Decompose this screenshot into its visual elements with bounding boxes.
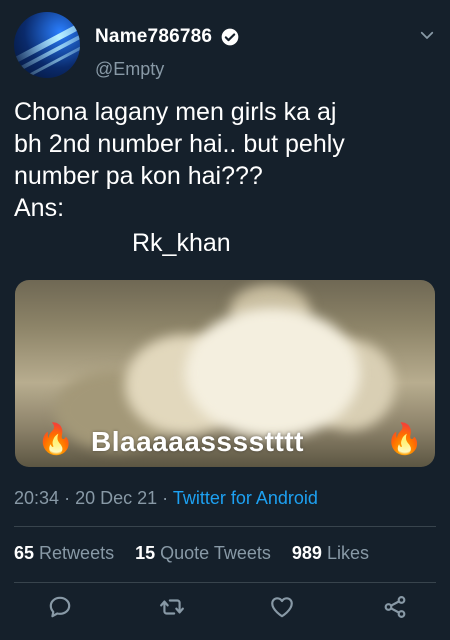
reply-icon[interactable] xyxy=(47,594,73,620)
tweet-actions xyxy=(0,594,450,626)
quote-tweets-label: Quote Tweets xyxy=(160,543,271,563)
tweet-source-link[interactable]: Twitter for Android xyxy=(173,488,318,508)
verified-badge-icon xyxy=(221,28,239,46)
heart-icon[interactable] xyxy=(269,594,295,620)
share-icon[interactable] xyxy=(382,594,408,620)
fire-emoji: 🔥 xyxy=(37,423,75,456)
retweets-stat[interactable]: 65 Retweets xyxy=(14,543,119,563)
retweet-icon[interactable] xyxy=(159,594,185,620)
tweet-date: 20 Dec 21 xyxy=(75,488,158,508)
retweets-label: Retweets xyxy=(39,543,115,563)
meta-separator: · xyxy=(162,488,169,508)
tweet-text: Chona lagany men girls ka aj bh 2nd numb… xyxy=(14,98,345,222)
tweet-meta: 20:34 · 20 Dec 21 · Twitter for Android xyxy=(14,488,318,509)
likes-count: 989 xyxy=(291,543,322,563)
media-caption: Blaaaaasssstttt xyxy=(91,426,304,457)
tweet-answer: Rk_khan xyxy=(132,229,231,257)
quote-tweets-stat[interactable]: 15 Quote Tweets xyxy=(135,543,276,563)
avatar[interactable] xyxy=(14,12,80,78)
explosion-cloud xyxy=(185,308,360,438)
likes-label: Likes xyxy=(326,543,369,563)
quote-tweets-count: 15 xyxy=(135,543,156,563)
divider xyxy=(14,582,436,583)
fire-emoji: 🔥 xyxy=(385,423,423,456)
retweets-count: 65 xyxy=(14,543,35,563)
chevron-down-icon[interactable] xyxy=(418,26,436,44)
meta-separator: · xyxy=(64,488,71,508)
divider xyxy=(14,526,436,527)
tweet-stats: 65 Retweets 15 Quote Tweets 989 Likes xyxy=(14,543,385,564)
user-handle[interactable]: @Empty xyxy=(95,59,164,80)
likes-stat[interactable]: 989 Likes xyxy=(292,543,369,563)
tweet-time: 20:34 xyxy=(14,488,60,508)
media-image[interactable]: 🔥 Blaaaaasssstttt 🔥 xyxy=(15,280,435,467)
display-name[interactable]: Name786786 xyxy=(95,26,212,48)
